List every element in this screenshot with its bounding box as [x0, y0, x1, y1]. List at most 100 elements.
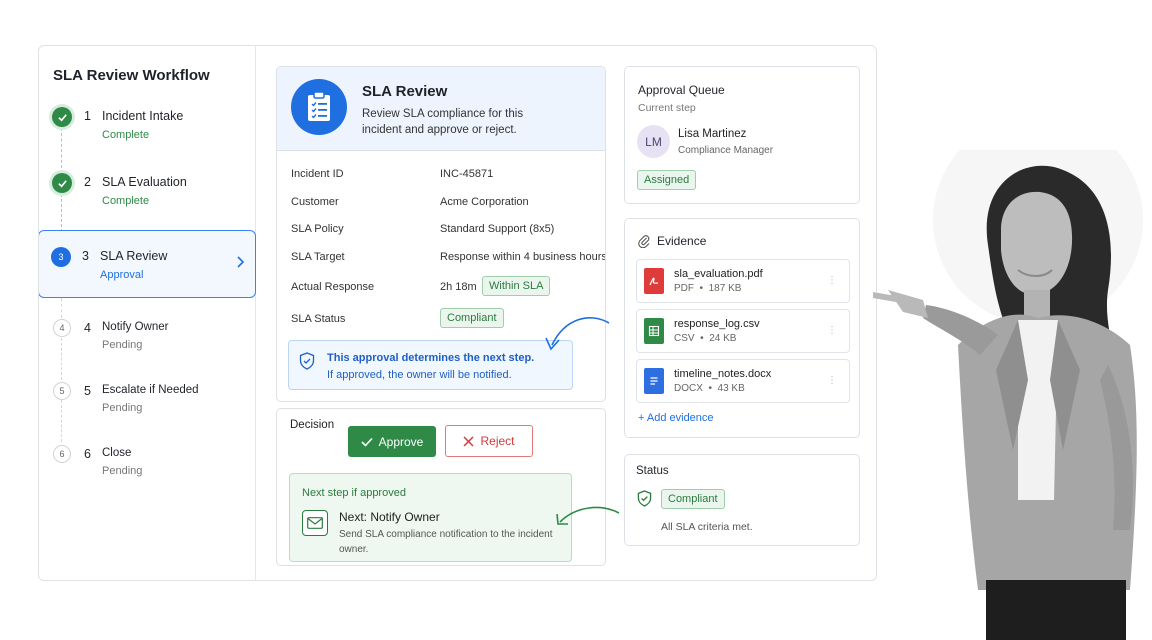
step-indicator: 3 [51, 247, 71, 267]
pdf-file-icon [644, 268, 664, 294]
spreadsheet-file-icon [644, 318, 664, 344]
step-name: SLA Evaluation [102, 175, 187, 189]
decision-card: Decision Approve Reject Next step if app… [276, 408, 606, 566]
sidebar-step-escalate[interactable]: 5 5 Escalate if Needed Pending [39, 382, 256, 442]
mail-icon [302, 510, 328, 536]
check-icon [52, 173, 72, 193]
chevron-right-icon [235, 255, 245, 273]
step-number: 2 [84, 175, 91, 189]
evidence-title: Evidence [657, 234, 707, 248]
step-number: 1 [84, 109, 91, 123]
step-status: Pending [102, 402, 143, 414]
sidebar-step-sla-evaluation[interactable]: 2 SLA Evaluation Complete [39, 173, 256, 233]
status-badge: Compliant [661, 489, 725, 509]
field-label: SLA Policy [291, 223, 344, 235]
step-indicator: 5 [53, 382, 71, 400]
check-icon [52, 107, 72, 127]
document-file-icon [644, 368, 664, 394]
file-meta: PDF • 187 KB [674, 283, 742, 294]
field-value: 2h 18m [440, 281, 477, 293]
sidebar-step-close[interactable]: 6 6 Close Pending [39, 445, 256, 505]
more-options-icon[interactable]: ⋮ [827, 325, 837, 336]
shield-icon [299, 352, 315, 375]
step-connector [61, 298, 62, 318]
next-step-title: Next: Notify Owner [339, 510, 440, 524]
approval-queue-card: Approval Queue Current step LM Lisa Mart… [624, 66, 860, 204]
sidebar-step-notify-owner[interactable]: 4 4 Notify Owner Pending [39, 319, 256, 379]
shield-check-icon [637, 490, 652, 512]
status-note: All SLA criteria met. [661, 521, 753, 533]
step-status: Complete [102, 129, 150, 141]
file-meta: CSV • 24 KB [674, 333, 737, 344]
field-label: SLA Target [291, 251, 345, 263]
close-icon [463, 435, 475, 447]
workflow-window: SLA Review Workflow 1 Incident Intake Co… [38, 45, 877, 581]
evidence-file[interactable]: response_log.csv CSV • 24 KB ⋮ [636, 309, 850, 353]
more-options-icon[interactable]: ⋮ [827, 375, 837, 386]
step-status: Pending [102, 465, 143, 477]
step-status: Pending [102, 339, 143, 351]
decision-label: Decision [290, 419, 335, 431]
queue-subtitle: Current step [638, 102, 696, 114]
field-value: Response within 4 business hours [440, 251, 606, 263]
step-name: SLA Review [100, 249, 168, 263]
avatar: LM [637, 125, 670, 158]
field-label: Customer [291, 196, 339, 208]
next-step-description: Send SLA compliance notification to the … [339, 529, 553, 555]
review-header: SLA Review Review SLA compliance for thi… [277, 67, 605, 151]
step-number: 6 [84, 447, 91, 461]
assignee-name: Lisa Martinez [678, 128, 747, 140]
next-step-box: Next step if approved Next: Notify Owner… [289, 473, 572, 562]
evidence-card: Evidence sla_evaluation.pdf PDF • 187 KB… [624, 218, 860, 438]
file-name: response_log.csv [674, 318, 760, 330]
field-value: Acme Corporation [440, 196, 529, 208]
evidence-file[interactable]: sla_evaluation.pdf PDF • 187 KB ⋮ [636, 259, 850, 303]
step-name: Notify Owner [102, 321, 169, 333]
check-icon [361, 437, 373, 447]
more-options-icon[interactable]: ⋮ [827, 275, 837, 286]
step-number: 3 [82, 249, 89, 263]
clipboard-checklist-icon [291, 79, 347, 135]
field-label: Incident ID [291, 168, 344, 180]
add-evidence-link[interactable]: + Add evidence [638, 412, 714, 424]
sidebar-step-incident-intake[interactable]: 1 Incident Intake Complete [39, 107, 256, 167]
compliant-badge: Compliant [440, 308, 504, 328]
review-title: SLA Review [362, 83, 448, 100]
file-name: sla_evaluation.pdf [674, 268, 763, 280]
sla-review-card: SLA Review Review SLA compliance for thi… [276, 66, 606, 402]
sidebar-step-sla-review[interactable]: 3 3 SLA Review Approval [39, 230, 256, 298]
status-card: Status Compliant All SLA criteria met. [624, 454, 860, 546]
paperclip-icon [638, 234, 650, 253]
file-name: timeline_notes.docx [674, 368, 772, 380]
step-name: Escalate if Needed [102, 384, 199, 396]
reject-label: Reject [480, 434, 515, 448]
assignee-role: Compliance Manager [678, 145, 774, 156]
file-meta: DOCX • 43 KB [674, 383, 745, 394]
field-value: Standard Support (8x5) [440, 223, 555, 235]
note-text: If approved, the owner will be notified. [327, 369, 512, 381]
approve-button[interactable]: Approve [348, 426, 436, 457]
review-description: Review SLA compliance for this incident … [362, 108, 524, 136]
status-title: Status [636, 465, 669, 477]
field-label: Actual Response [291, 281, 375, 293]
step-status: Approval [100, 269, 144, 281]
presenter-photo [873, 150, 1143, 640]
field-label: SLA Status [291, 313, 346, 325]
step-indicator: 4 [53, 319, 71, 337]
step-status: Complete [102, 195, 150, 207]
workflow-sidebar: SLA Review Workflow 1 Incident Intake Co… [39, 46, 256, 580]
field-value: INC-45871 [440, 168, 494, 180]
step-name: Incident Intake [102, 109, 184, 123]
next-step-header: Next step if approved [302, 487, 406, 499]
assigned-badge: Assigned [637, 170, 697, 190]
reject-button[interactable]: Reject [445, 425, 533, 457]
approval-note: This approval determines the next step. … [288, 340, 573, 390]
step-number: 4 [84, 321, 91, 335]
evidence-file[interactable]: timeline_notes.docx DOCX • 43 KB ⋮ [636, 359, 850, 403]
step-number: 5 [84, 384, 91, 398]
note-title: This approval determines the next step. [327, 352, 535, 364]
approve-label: Approve [378, 434, 424, 449]
sidebar-title: SLA Review Workflow [53, 67, 210, 84]
queue-title: Approval Queue [638, 83, 725, 97]
step-indicator: 6 [53, 445, 71, 463]
